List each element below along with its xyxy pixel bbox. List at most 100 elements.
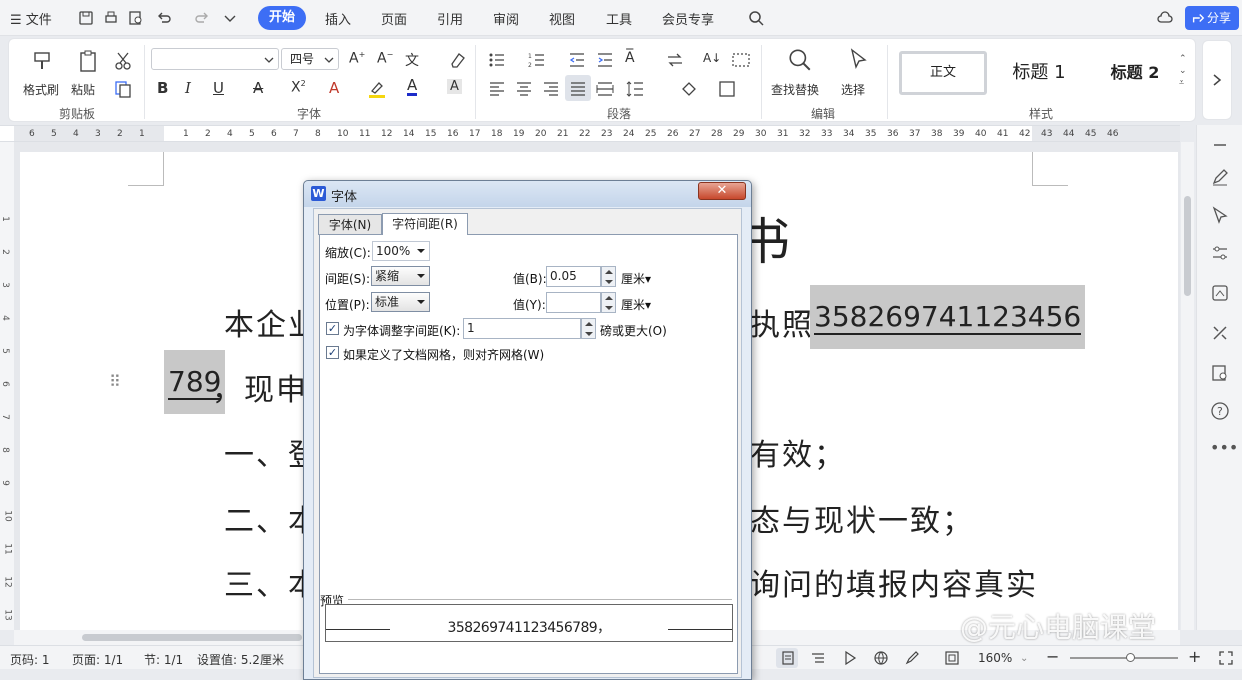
style-heading-1[interactable]: 标题 1 <box>999 51 1079 95</box>
copy-icon[interactable] <box>113 79 133 99</box>
tab-review[interactable]: 审阅 <box>493 9 519 28</box>
show-marks-icon[interactable] <box>731 50 751 70</box>
print-preview-icon[interactable] <box>128 10 144 26</box>
tab-insert[interactable]: 插入 <box>325 9 351 28</box>
style-heading-2[interactable]: 标题 2 <box>1095 51 1175 95</box>
clear-format-icon[interactable] <box>447 50 467 70</box>
undo-icon[interactable] <box>156 10 172 26</box>
justify-icon[interactable] <box>568 79 588 99</box>
select-button[interactable]: 选择 <box>841 81 865 98</box>
selected-number[interactable]: 358269741123456 <box>810 285 1086 349</box>
paste-icon[interactable] <box>77 49 101 73</box>
close-button[interactable]: ✕ <box>698 182 746 200</box>
status-section[interactable]: 节: 1/1 <box>144 651 183 668</box>
find-replace-button[interactable]: 查找替换 <box>771 81 819 98</box>
increase-indent-icon[interactable] <box>595 50 615 70</box>
dialog-titlebar[interactable]: W 字体 ✕ <box>304 181 751 207</box>
tab-char-spacing[interactable]: 字符间距(R) <box>382 213 468 235</box>
play-icon[interactable] <box>842 650 858 666</box>
highlight-icon[interactable] <box>367 79 387 99</box>
zoom-in-icon[interactable]: + <box>1188 647 1201 666</box>
text-effect-icon[interactable]: A <box>329 79 339 97</box>
align-left-icon[interactable] <box>487 79 507 99</box>
zoom-level[interactable]: 160% <box>978 651 1012 665</box>
ribbon-expand-button[interactable] <box>1202 40 1232 120</box>
tools-icon[interactable] <box>1210 323 1230 343</box>
horizontal-ruler[interactable]: 6 5 4 3 2 1 1 2 4 5 6 7 8 10 11 12 14 15 16 17 18 19 20 2… <box>0 125 1180 142</box>
sort-icon[interactable]: A↓ <box>703 51 721 65</box>
file-menu[interactable]: ☰ 文件 <box>10 9 52 28</box>
scale-select[interactable]: 100% <box>372 241 430 261</box>
chinese-layout-icon[interactable]: A̅ <box>625 50 635 66</box>
bullet-list-icon[interactable] <box>487 50 507 70</box>
kerning-size-spinner[interactable] <box>581 318 596 339</box>
scroll-thumb[interactable] <box>82 634 302 641</box>
fullscreen-icon[interactable] <box>1218 650 1234 666</box>
status-pages[interactable]: 页面: 1/1 <box>72 651 123 668</box>
image-edit-icon[interactable] <box>1210 283 1230 303</box>
page-view-icon[interactable] <box>780 650 796 666</box>
spacing-amount-input[interactable]: 0.05 <box>546 266 601 287</box>
tab-member[interactable]: 会员专享 <box>662 9 714 28</box>
bold-icon[interactable]: B <box>157 79 168 97</box>
collapse-icon[interactable] <box>1210 135 1230 155</box>
line-spacing-icon[interactable] <box>625 79 645 99</box>
distribute-icon[interactable] <box>595 79 615 99</box>
numbered-list-icon[interactable]: 12 <box>527 50 547 70</box>
char-shading-icon[interactable]: A <box>447 79 462 94</box>
tab-page[interactable]: 页面 <box>381 9 407 28</box>
cloud-icon[interactable] <box>1157 10 1173 26</box>
print-icon[interactable] <box>103 10 119 26</box>
superscript-icon[interactable]: X2 <box>291 79 306 96</box>
tab-font[interactable]: 字体(N) <box>318 214 382 235</box>
zoom-slider-handle[interactable] <box>1126 653 1135 662</box>
kerning-checkbox[interactable]: ✓ <box>326 322 339 335</box>
save-icon[interactable] <box>78 10 94 26</box>
position-unit-select[interactable]: 厘米▾ <box>621 296 651 313</box>
pen-icon[interactable] <box>1210 167 1230 187</box>
font-size-select[interactable]: 四号 <box>281 48 339 70</box>
underline-icon[interactable]: U <box>213 79 224 97</box>
zoom-out-icon[interactable]: − <box>1046 647 1059 666</box>
phonetic-guide-icon[interactable]: 文 <box>405 50 419 70</box>
search-icon[interactable] <box>748 10 764 26</box>
italic-icon[interactable]: I <box>185 79 191 97</box>
position-amount-input[interactable] <box>546 292 601 313</box>
redo-icon[interactable] <box>194 10 210 26</box>
spacing-amount-spinner[interactable] <box>601 266 616 287</box>
tab-start[interactable]: 开始 <box>258 6 306 30</box>
review-icon[interactable] <box>1210 363 1230 383</box>
tab-tools[interactable]: 工具 <box>606 9 632 28</box>
grow-font-icon[interactable]: A+ <box>349 50 365 67</box>
chevron-down-icon[interactable] <box>222 10 238 26</box>
scroll-thumb[interactable] <box>1184 196 1191 296</box>
drag-handle-icon[interactable]: ⠿ <box>109 372 121 391</box>
decrease-indent-icon[interactable] <box>567 50 587 70</box>
cut-icon[interactable] <box>113 51 133 71</box>
font-name-select[interactable] <box>151 48 279 70</box>
strikethrough-icon[interactable]: A <box>253 79 263 97</box>
more-icon[interactable]: ••• <box>1210 440 1238 461</box>
select-cursor-icon[interactable] <box>847 47 871 71</box>
shading-icon[interactable] <box>679 79 699 99</box>
position-amount-spinner[interactable] <box>601 292 616 313</box>
font-color-icon[interactable]: A <box>407 77 418 96</box>
help-icon[interactable]: ? <box>1210 401 1230 421</box>
style-normal[interactable]: 正文 <box>899 51 987 95</box>
fit-page-icon[interactable] <box>944 650 960 666</box>
shrink-font-icon[interactable]: A− <box>377 50 393 67</box>
paste-button[interactable]: 粘贴 <box>71 81 95 98</box>
styles-scroll-icon[interactable]: ⌃ ⌄ ⩡ <box>1179 53 1187 89</box>
share-button[interactable]: 分享 <box>1185 6 1239 30</box>
tab-view[interactable]: 视图 <box>549 9 575 28</box>
format-painter-button[interactable]: 格式刷 <box>23 81 59 98</box>
status-setting[interactable]: 设置值: 5.2厘米 <box>197 651 284 668</box>
tab-references[interactable]: 引用 <box>437 9 463 28</box>
pointer-icon[interactable] <box>1210 205 1230 225</box>
align-center-icon[interactable] <box>514 79 534 99</box>
vertical-ruler[interactable]: 1 2 3 4 5 6 7 8 9 10 11 12 13 <box>0 142 14 630</box>
web-view-icon[interactable] <box>873 650 889 666</box>
pen-mode-icon[interactable] <box>904 650 920 666</box>
find-replace-icon[interactable] <box>787 47 813 73</box>
chevron-down-icon[interactable]: ⌄ <box>1020 653 1028 664</box>
